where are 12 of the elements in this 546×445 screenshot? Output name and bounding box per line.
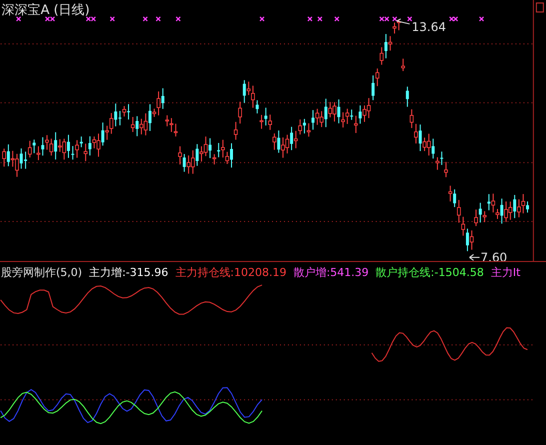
low-leader-line	[469, 254, 480, 261]
indicator-value: 股旁网制作(5,0)	[1, 264, 82, 280]
window-square-icon[interactable]	[536, 2, 544, 12]
indicator-value: 主力持仓线:10208.19	[175, 264, 286, 280]
indicator-value: 散户持仓线:-1504.58	[376, 264, 484, 280]
indicator-value: 主力增:-315.96	[89, 264, 168, 280]
indicator-value: 散户增:541.39	[293, 264, 369, 280]
low-price-label: 7.60	[480, 250, 508, 262]
high-price-label: 13.64	[412, 20, 446, 34]
indicator-value: 主力It	[490, 264, 520, 280]
high-leader-line	[396, 18, 410, 24]
chart-title: 深深宝A (日线)	[2, 2, 90, 18]
